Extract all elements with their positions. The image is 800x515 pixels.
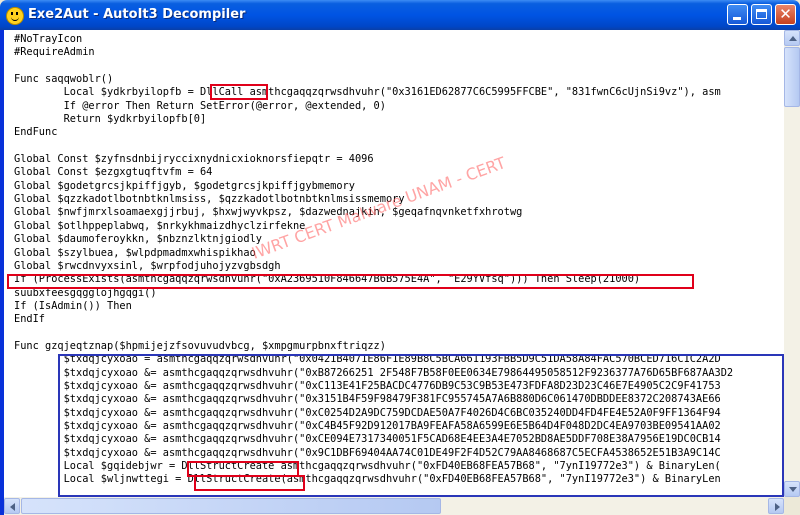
scrollbar-corner xyxy=(784,497,800,515)
code-line: #RequireAdmin xyxy=(14,46,95,59)
highlight-processexists xyxy=(7,274,694,289)
vertical-scrollbar[interactable] xyxy=(784,30,800,497)
minimize-button[interactable] xyxy=(727,4,748,25)
code-line: Global $szylbuea, $wlpdpmadmxwhispikhao xyxy=(14,246,256,259)
horizontal-scrollbar[interactable] xyxy=(4,497,784,515)
minimize-icon xyxy=(733,17,741,20)
code-line: Global $otlhppeplabwq, $nrkykhmaizdhyclz… xyxy=(14,219,306,232)
arrow-left-icon xyxy=(10,503,15,511)
scroll-right-button[interactable] xyxy=(768,498,784,514)
code-line: Func gzqjeqtznap($hpmijejzfsovuvudvbcg, … xyxy=(14,339,386,352)
arrow-up-icon xyxy=(789,36,797,41)
smiley-icon[interactable] xyxy=(6,7,24,25)
scroll-down-button[interactable] xyxy=(784,481,800,497)
code-line: Return $ydkrbyilopfb[0] xyxy=(14,113,207,126)
title-bar[interactable]: Exe2Aut - AutoIt3 Decompiler ✕ xyxy=(0,0,800,30)
code-line: Global Const $ezgxgtuqftvfm = 64 xyxy=(14,166,213,179)
code-line: If @error Then Return SetError(@error, @… xyxy=(14,99,386,112)
maximize-button[interactable] xyxy=(751,4,772,25)
scroll-up-button[interactable] xyxy=(784,30,800,46)
code-line: Global Const $zyfnsdnbijryccixnydnicxiok… xyxy=(14,153,374,166)
code-line: Global $godetgrcsjkpiffjgyb, $godetgrcsj… xyxy=(14,179,355,192)
highlight-dllstructcreate-2 xyxy=(194,475,305,491)
highlight-dllcall xyxy=(210,84,268,100)
code-line: Global $daumoferoykkn, $nbznzlktnjgiodly xyxy=(14,233,262,246)
code-line: If (IsAdmin()) Then xyxy=(14,299,132,312)
code-line: Func saqqwoblr() xyxy=(14,73,114,86)
vertical-scroll-thumb[interactable] xyxy=(784,47,800,107)
decompiler-window: Exe2Aut - AutoIt3 Decompiler ✕ #NoTrayIc… xyxy=(0,0,800,515)
close-icon: ✕ xyxy=(779,5,792,23)
maximize-icon xyxy=(756,9,767,19)
code-line: EndIf xyxy=(14,313,45,326)
code-line: #NoTrayIcon xyxy=(14,33,83,45)
horizontal-scroll-thumb[interactable] xyxy=(21,498,441,514)
highlight-payload-block xyxy=(58,354,784,497)
code-line: EndFunc xyxy=(14,126,58,139)
code-line: Local $ydkrbyilopfb = DllCall asmthcgaqq… xyxy=(14,86,721,99)
close-button[interactable]: ✕ xyxy=(775,4,796,25)
arrow-right-icon xyxy=(775,503,780,511)
code-editor[interactable]: #NoTrayIcon #RequireAdmin Func saqqwoblr()… xyxy=(4,30,784,497)
window-title: Exe2Aut - AutoIt3 Decompiler xyxy=(28,7,246,22)
arrow-down-icon xyxy=(789,487,797,492)
scroll-left-button[interactable] xyxy=(4,498,20,514)
code-line: Global $rwcdnvyxsinl, $wrpfodjuhojyzvgbs… xyxy=(14,259,281,272)
